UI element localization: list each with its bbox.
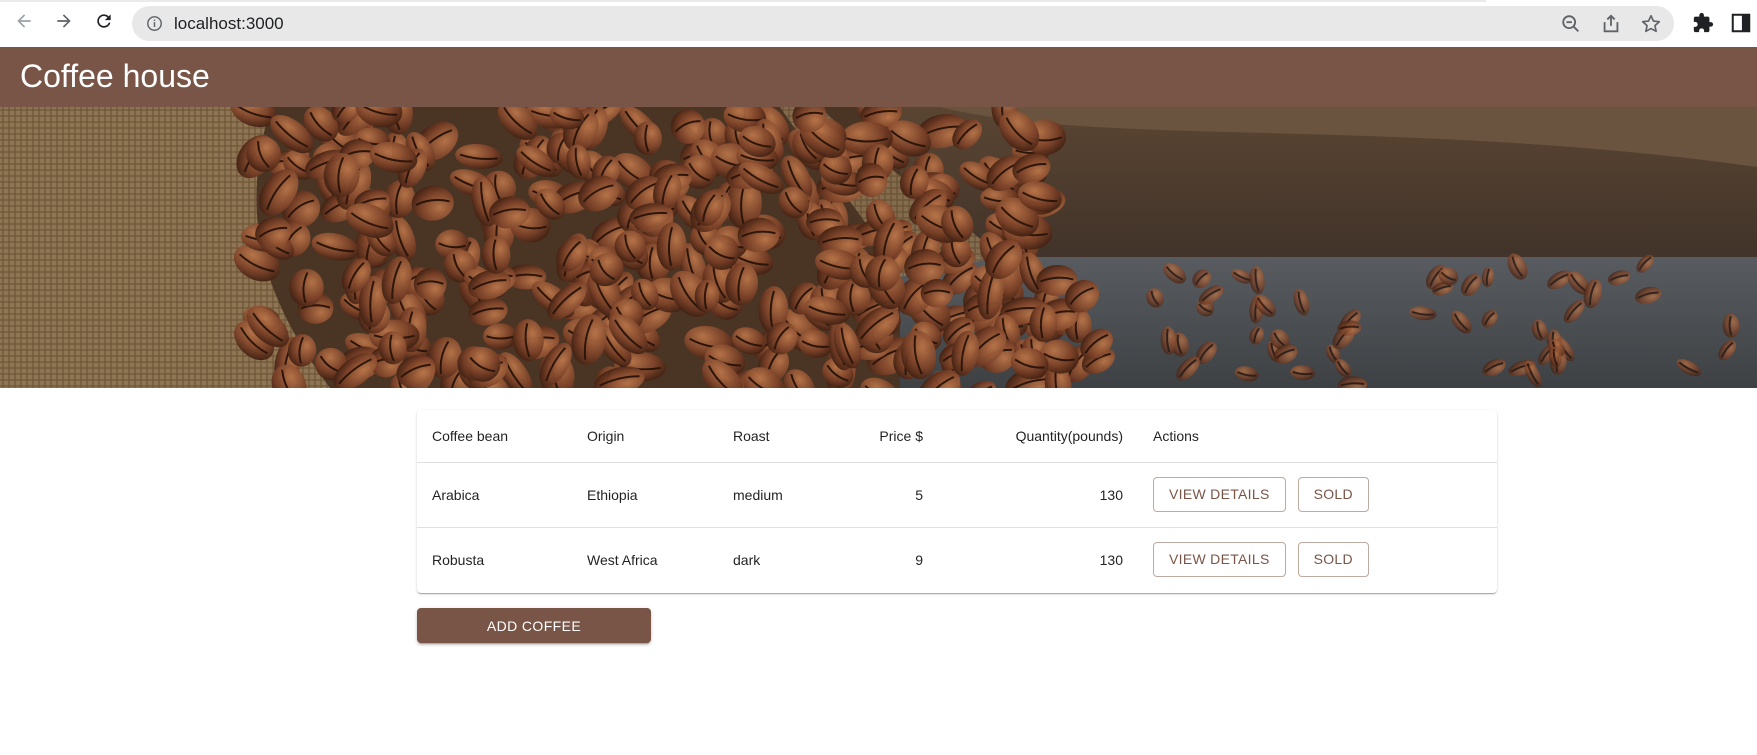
address-bar[interactable]: localhost:3000 xyxy=(132,6,1674,41)
header-origin: Origin xyxy=(572,410,718,463)
cell-roast: medium xyxy=(718,462,828,528)
view-details-button[interactable]: VIEW DETAILS xyxy=(1153,542,1286,578)
header-quantity: Quantity(pounds) xyxy=(923,410,1123,463)
forward-icon xyxy=(54,11,74,36)
info-icon[interactable] xyxy=(146,15,163,32)
table-row: Robusta West Africa dark 9 130 VIEW DETA… xyxy=(417,527,1497,592)
coffee-table: Coffee bean Origin Roast Price $ Quantit… xyxy=(417,410,1497,592)
header-coffee-bean: Coffee bean xyxy=(417,410,572,463)
header-actions: Actions xyxy=(1123,410,1497,463)
zoom-out-icon[interactable] xyxy=(1560,13,1582,35)
cell-actions: VIEW DETAILS SOLD xyxy=(1123,462,1497,528)
sold-button[interactable]: SOLD xyxy=(1297,477,1369,512)
coffee-beans-illustration xyxy=(0,107,1757,388)
sold-button[interactable]: SOLD xyxy=(1297,542,1369,578)
cell-origin: Ethiopia xyxy=(572,462,718,528)
share-icon[interactable] xyxy=(1600,13,1622,35)
cell-price: 5 xyxy=(828,462,923,528)
forward-button[interactable] xyxy=(49,8,79,38)
hero-coffee-beans-image xyxy=(0,107,1757,388)
cell-bean: Arabica xyxy=(417,462,572,528)
tab-strip-edge xyxy=(0,0,1486,2)
cell-quantity: 130 xyxy=(1099,551,1123,568)
back-button[interactable] xyxy=(9,8,39,38)
cell-quantity: 130 xyxy=(923,462,1123,528)
header-price: Price $ xyxy=(828,410,923,463)
cell-roast: dark xyxy=(733,551,761,568)
url-text: localhost:3000 xyxy=(174,14,284,33)
side-panel-icon[interactable] xyxy=(1730,12,1752,34)
coffee-table-card: Coffee bean Origin Roast Price $ Quantit… xyxy=(417,410,1497,593)
table-header-row: Coffee bean Origin Roast Price $ Quantit… xyxy=(417,410,1497,463)
app-bar: Coffee house xyxy=(0,47,1757,107)
add-coffee-button[interactable]: ADD COFFEE xyxy=(417,608,651,643)
extensions-icon[interactable] xyxy=(1692,12,1714,34)
table-row: Arabica Ethiopia medium 5 130 VIEW DETAI… xyxy=(417,462,1497,528)
page-title: Coffee house xyxy=(20,58,210,94)
back-icon xyxy=(14,11,34,36)
browser-toolbar: localhost:3000 xyxy=(0,0,1757,47)
view-details-button[interactable]: VIEW DETAILS xyxy=(1153,477,1286,512)
cell-origin: West Africa xyxy=(587,551,658,568)
cell-price: 9 xyxy=(915,551,923,568)
reload-icon xyxy=(94,11,114,36)
reload-button[interactable] xyxy=(89,8,119,38)
header-roast: Roast xyxy=(718,410,828,463)
cell-actions: VIEW DETAILS SOLD xyxy=(1123,527,1497,592)
cell-bean: Robusta xyxy=(432,551,485,568)
star-icon[interactable] xyxy=(1640,13,1662,35)
